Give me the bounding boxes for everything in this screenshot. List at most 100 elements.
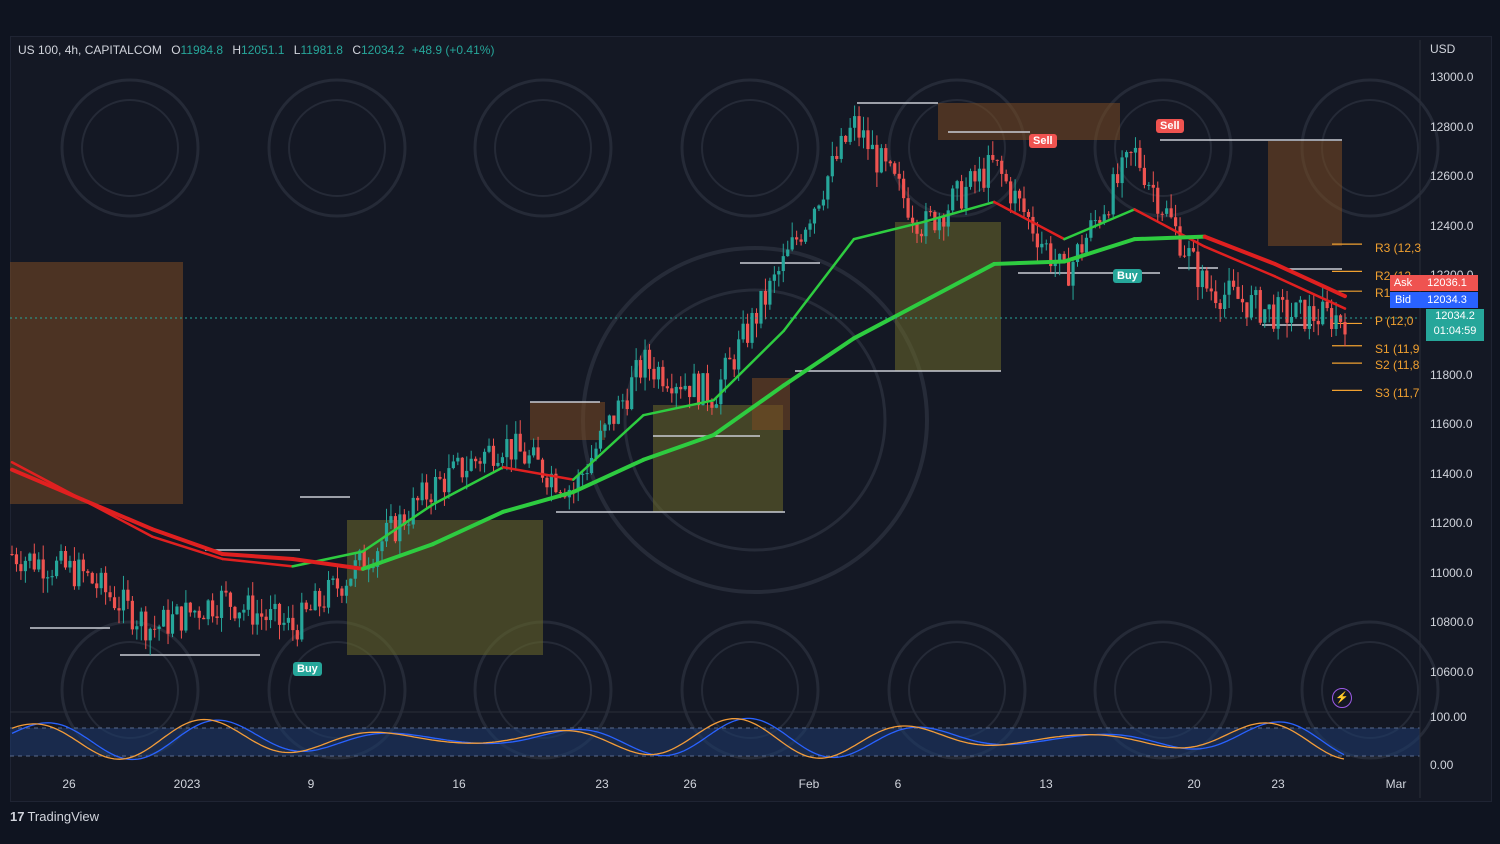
last-price-badge[interactable]: 12034.2 01:04:59 bbox=[1426, 309, 1484, 341]
candle-body bbox=[14, 554, 19, 565]
candle-body bbox=[1240, 298, 1245, 303]
symbol-label[interactable]: US 100, 4h, CAPITALCOM bbox=[18, 43, 162, 57]
candle-body bbox=[219, 590, 224, 618]
bid-quote[interactable]: Bid 12034.3 bbox=[1390, 292, 1478, 308]
candle-body bbox=[1071, 262, 1075, 286]
candle-body bbox=[786, 249, 790, 257]
candle-body bbox=[763, 290, 768, 305]
candle-body bbox=[1066, 259, 1071, 286]
candle-body bbox=[500, 457, 505, 463]
ema-segment bbox=[992, 200, 1066, 241]
candle-body bbox=[121, 589, 126, 611]
price-chart[interactable] bbox=[0, 0, 1500, 844]
candle-body bbox=[1263, 309, 1267, 323]
candle-body bbox=[1169, 208, 1173, 218]
candle-body bbox=[607, 415, 611, 425]
time-tick-label: 26 bbox=[683, 777, 697, 791]
candle-body bbox=[1138, 147, 1142, 168]
candle-body bbox=[1173, 217, 1178, 227]
candle-body bbox=[32, 553, 36, 570]
currency-label[interactable]: USD bbox=[1430, 42, 1455, 56]
candle-body bbox=[857, 116, 861, 138]
candle-body bbox=[86, 571, 90, 573]
candle-body bbox=[1249, 295, 1253, 318]
candle-body bbox=[1120, 157, 1124, 184]
sell-signal-tag[interactable]: Sell bbox=[1156, 119, 1184, 133]
candle-body bbox=[438, 476, 442, 479]
oscillator-tick-label: 100.00 bbox=[1430, 710, 1467, 724]
candle-body bbox=[1022, 198, 1026, 212]
time-tick-label: 23 bbox=[595, 777, 609, 791]
ema-segment bbox=[781, 336, 856, 388]
candle-body bbox=[732, 359, 736, 370]
candle-body bbox=[581, 473, 585, 475]
candle-body bbox=[166, 609, 170, 634]
candle-body bbox=[1312, 306, 1316, 321]
price-tick-label: 12600.0 bbox=[1430, 169, 1474, 184]
ema-segment bbox=[501, 465, 575, 481]
candle-body bbox=[380, 541, 384, 552]
ema-segment bbox=[571, 457, 646, 495]
candle-body bbox=[460, 457, 464, 478]
watermark-seal bbox=[288, 641, 386, 739]
candle-body bbox=[340, 588, 344, 596]
oscillator-pane[interactable] bbox=[10, 717, 1420, 761]
candle-body bbox=[723, 357, 727, 380]
candle-body bbox=[741, 323, 745, 340]
candle-body bbox=[295, 630, 299, 640]
watermark-seal bbox=[1114, 99, 1212, 197]
candle-body bbox=[300, 602, 304, 640]
tradingview-brand[interactable]: 17 TradingView bbox=[10, 809, 99, 824]
candle-body bbox=[728, 357, 732, 360]
ask-quote[interactable]: Ask 12036.1 bbox=[1390, 275, 1478, 291]
candle-body bbox=[322, 606, 326, 608]
candle-body bbox=[95, 583, 99, 589]
open-value: 11984.8 bbox=[180, 43, 224, 57]
candle-body bbox=[50, 576, 54, 578]
candle-body bbox=[652, 368, 656, 380]
candle-body bbox=[661, 366, 665, 387]
candle-body bbox=[411, 497, 415, 525]
candle-body bbox=[826, 176, 830, 200]
candle-body bbox=[964, 186, 968, 209]
candle-body bbox=[946, 210, 950, 227]
zone-box bbox=[895, 222, 1001, 371]
candle-body bbox=[1151, 184, 1155, 188]
candle-body bbox=[175, 606, 179, 615]
candle-body bbox=[585, 473, 589, 475]
candle-body bbox=[465, 470, 469, 478]
lightning-icon[interactable]: ⚡ bbox=[1332, 688, 1352, 708]
candle-body bbox=[1156, 187, 1160, 214]
candle-body bbox=[527, 455, 531, 464]
candle-body bbox=[157, 626, 161, 629]
buy-signal-tag[interactable]: Buy bbox=[1113, 269, 1142, 283]
candle-body bbox=[117, 608, 121, 611]
candle-body bbox=[812, 208, 817, 224]
candle-body bbox=[919, 233, 924, 237]
candle-body bbox=[839, 135, 843, 159]
candle-body bbox=[211, 600, 215, 617]
candle-body bbox=[282, 622, 286, 625]
candle-body bbox=[10, 554, 14, 555]
buy-signal-tag[interactable]: Buy bbox=[293, 662, 322, 676]
candle-body bbox=[19, 564, 23, 572]
time-tick-label: 6 bbox=[894, 777, 902, 791]
candle-body bbox=[291, 617, 295, 631]
candle-body bbox=[1111, 174, 1115, 215]
candle-body bbox=[63, 551, 68, 568]
candle-body bbox=[318, 590, 322, 607]
candle-body bbox=[808, 223, 812, 230]
candle-body bbox=[955, 181, 959, 189]
candle-body bbox=[973, 171, 977, 182]
candle-body bbox=[1272, 304, 1276, 329]
candle-body bbox=[799, 239, 803, 242]
candle-body bbox=[852, 116, 857, 128]
sell-signal-tag[interactable]: Sell bbox=[1029, 134, 1057, 148]
candle-body bbox=[634, 360, 638, 378]
candle-body bbox=[420, 482, 424, 501]
high-value: 12051.1 bbox=[241, 43, 285, 57]
last-price-value: 12034.2 bbox=[1435, 310, 1475, 322]
watermark-seal bbox=[701, 99, 799, 197]
candle-body bbox=[1294, 302, 1298, 317]
candle-body bbox=[304, 602, 308, 610]
